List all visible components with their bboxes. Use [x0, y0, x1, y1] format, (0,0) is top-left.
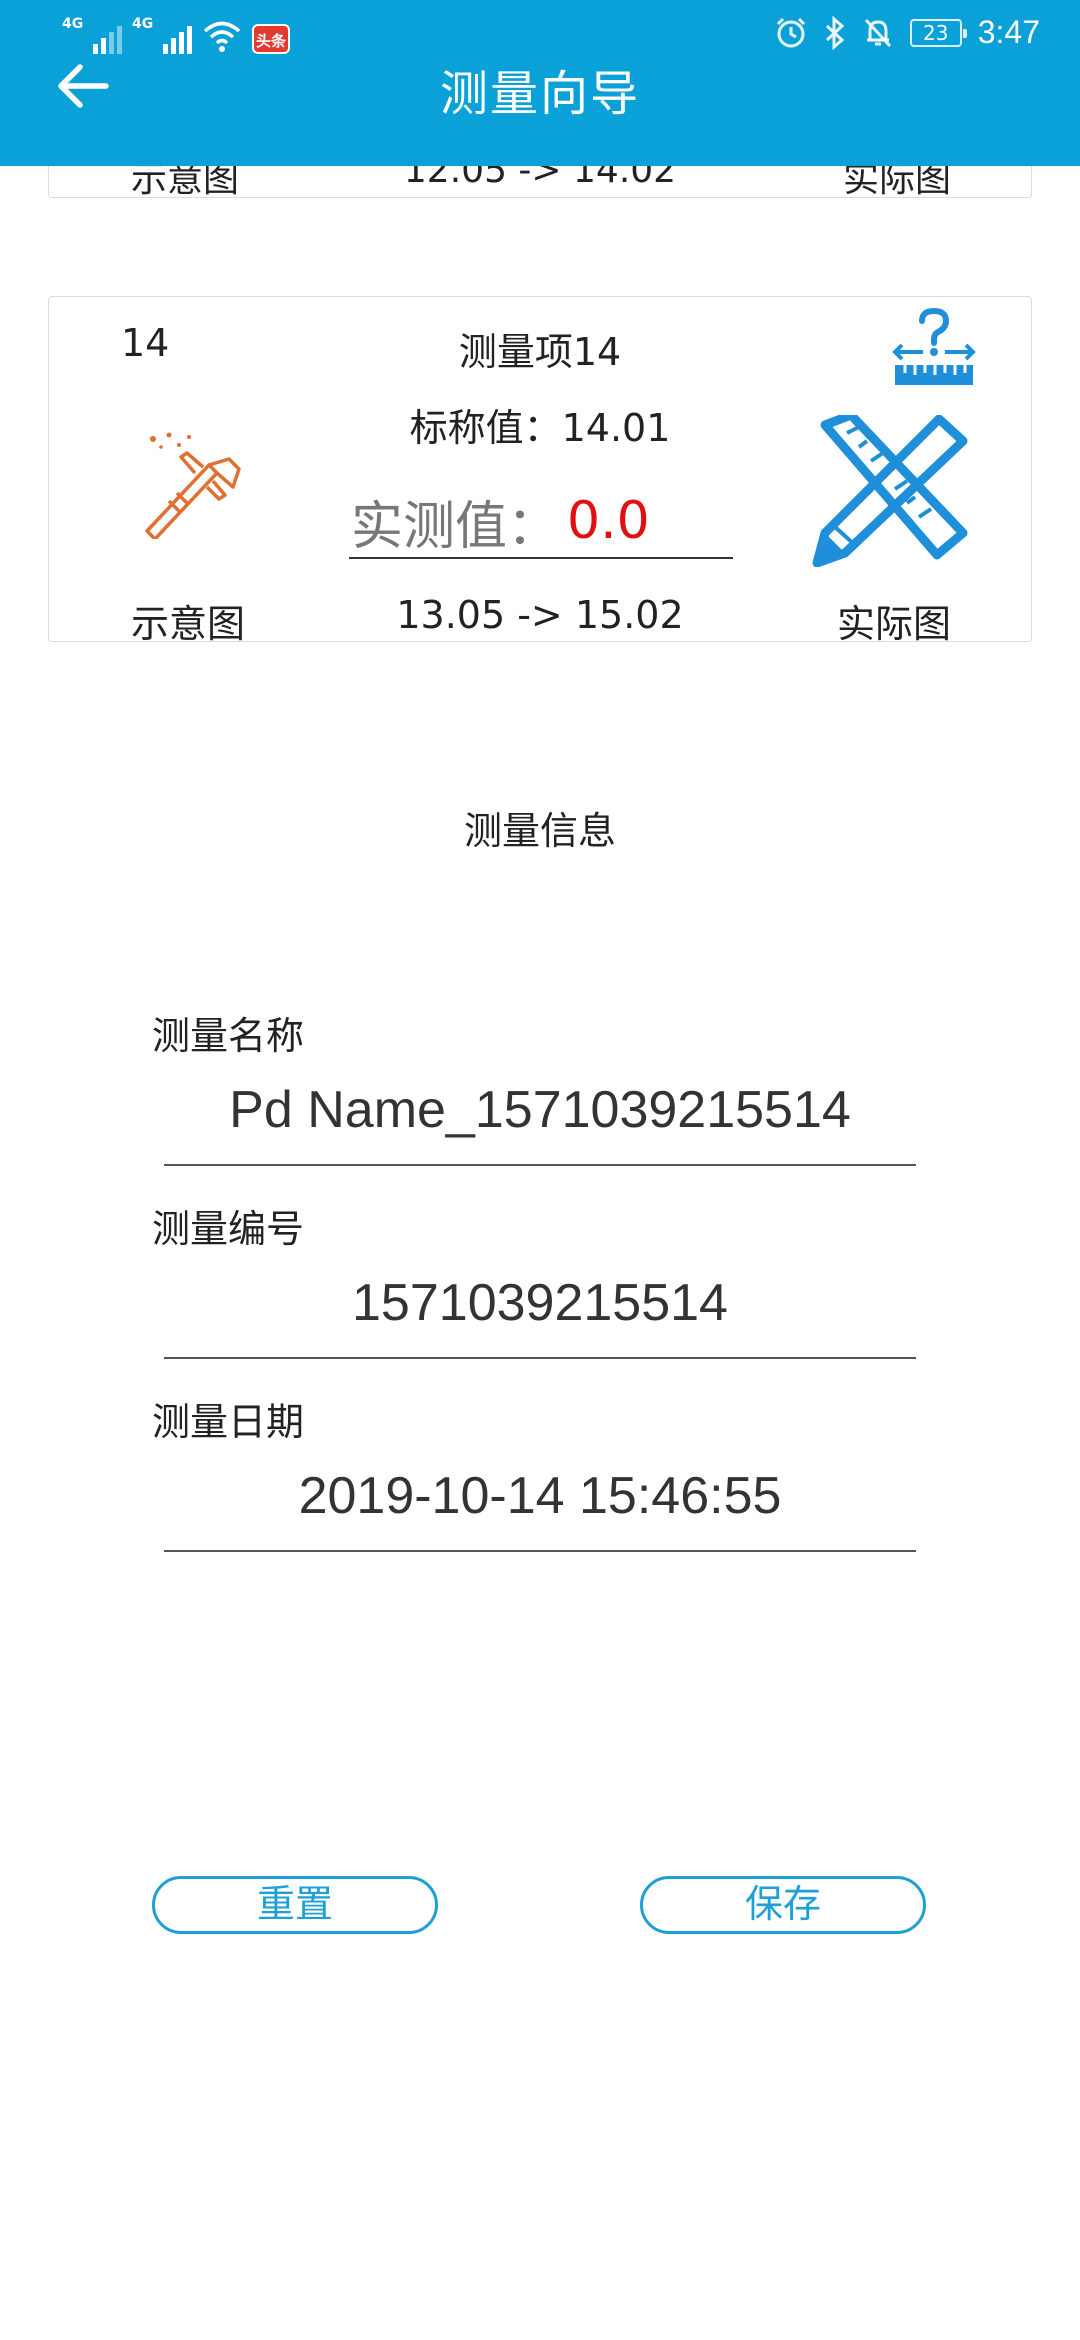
measurement-card: 14 测量项14 标称值：14.01 实测值： 0.0 示意图 13.05 ->…: [48, 296, 1032, 646]
network-type: 4G: [62, 16, 84, 32]
measured-value: 0.0: [567, 491, 650, 551]
app-bar: 4G 4G 头条 23 3:47 测量向导: [0, 0, 1080, 166]
screen: 示意图 12.05 -> 14.02 实际图 4G 4G 头条 23 3:47 …: [0, 0, 1080, 2340]
mute-bell-icon: [864, 18, 891, 47]
signal-icon: 4G: [62, 16, 122, 54]
news-app-icon: 头条: [252, 24, 290, 54]
item-name: 测量项14: [458, 330, 622, 374]
info-section-title: 测量信息: [463, 809, 616, 853]
status-left: 4G 4G 头条: [62, 16, 290, 54]
date-label: 测量日期: [152, 1400, 305, 1444]
reset-button[interactable]: 重置: [152, 1876, 438, 1934]
name-field[interactable]: Pd Name_1571039215514: [164, 1074, 916, 1166]
bluetooth-icon: [825, 15, 844, 50]
signal-icon: 4G: [132, 16, 192, 54]
date-field[interactable]: 2019-10-14 15:46:55: [164, 1460, 916, 1552]
battery-icon: 23: [909, 18, 967, 47]
page-title: 测量向导: [439, 66, 640, 122]
name-label: 测量名称: [152, 1014, 305, 1058]
number-label: 测量编号: [152, 1207, 305, 1251]
actual-label: 实际图: [836, 602, 951, 646]
number-field[interactable]: 1571039215514: [164, 1267, 916, 1359]
save-button[interactable]: 保存: [640, 1876, 926, 1934]
measured-value-input[interactable]: 实测值： 0.0: [349, 485, 733, 559]
status-right: 23 3:47: [774, 14, 1040, 51]
wifi-icon: [203, 21, 241, 52]
alarm-icon: [776, 17, 805, 47]
status-time: 3:47: [977, 14, 1040, 50]
caliper-icon[interactable]: [139, 429, 249, 539]
network-type: 4G: [132, 16, 154, 32]
measure-help-icon[interactable]: [889, 305, 979, 391]
measured-label: 实测值：: [351, 496, 560, 557]
ruler-pencil-icon[interactable]: [807, 415, 969, 567]
